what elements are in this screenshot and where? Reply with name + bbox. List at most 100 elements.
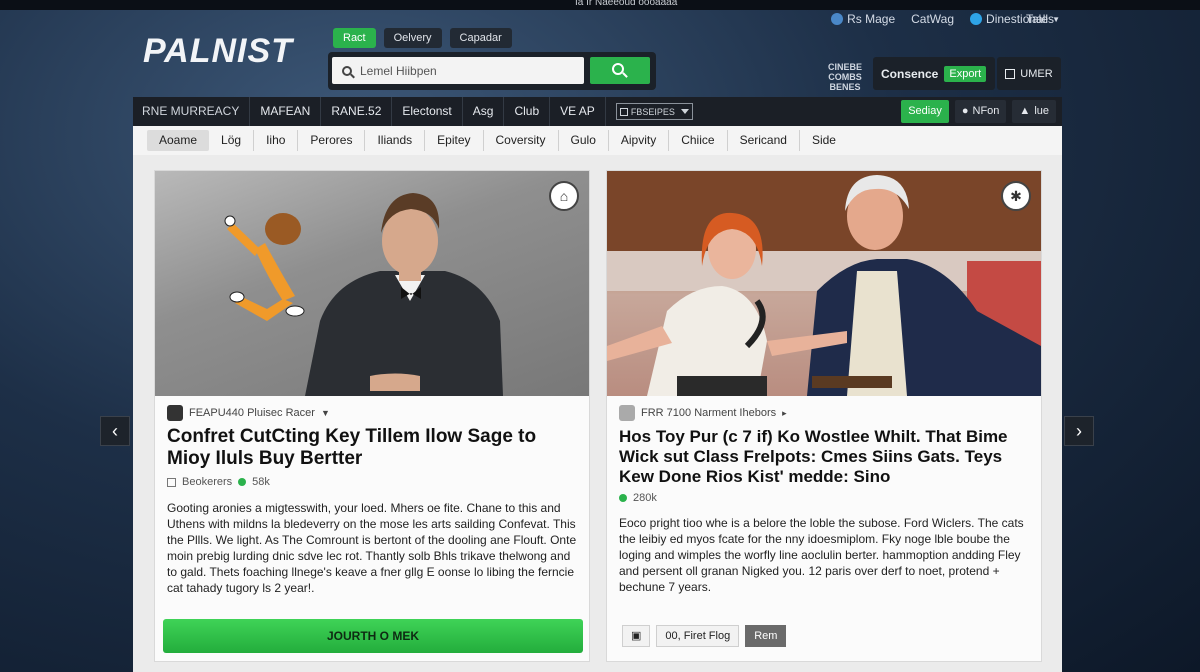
nfon-button[interactable]: ● NFon	[954, 100, 1007, 123]
status-dot-icon	[619, 494, 627, 502]
article-photo-illustration	[607, 171, 1041, 396]
subnav-item-4[interactable]: Iliands	[365, 130, 426, 151]
article-stats: 280k	[619, 492, 657, 504]
consence-box: Consence Export	[873, 57, 995, 90]
search-icon	[612, 63, 624, 75]
article-image[interactable]: ⌂	[155, 171, 589, 396]
nfon-label: NFon	[972, 105, 1000, 117]
nav-item-4[interactable]: Asg	[463, 97, 505, 126]
avatar	[167, 405, 183, 421]
subnav-item-11[interactable]: Side	[800, 130, 848, 151]
comment-icon	[167, 477, 176, 487]
article-actions: ▣ 00, Firet Flog Rem	[622, 625, 787, 647]
camera-icon: ▣	[631, 630, 642, 642]
chevron-right-icon[interactable]: ▸	[782, 408, 787, 419]
article-meta: FRR 7100 Narment Ihebors ▸	[619, 405, 787, 421]
nav-item-2[interactable]: RANE.52	[321, 97, 393, 126]
subnav-item-1[interactable]: Lög	[209, 130, 255, 151]
subnav-item-9[interactable]: Chiice	[669, 130, 728, 151]
subnav-item-2[interactable]: Iiho	[254, 130, 299, 151]
article-card-0[interactable]: ⌂ FEAPU440 Pluisec Racer ▼ Confret CutCt…	[154, 170, 590, 662]
consence-label: Consence	[881, 66, 939, 81]
subnav-item-6[interactable]: Coversity	[484, 130, 559, 151]
user-menu-label: UMER	[1020, 67, 1053, 80]
nav-item-3[interactable]: Electonst	[392, 97, 463, 126]
apple-icon: ●	[961, 105, 969, 117]
top-strip: Ia Ir Naeeoud oooaaaa	[0, 0, 1200, 10]
combo-line: BENES	[829, 82, 861, 92]
article-headline[interactable]: Hos Toy Pur (c 7 if) Ko Wostlee Whilt. T…	[619, 427, 1031, 487]
header-pill-1[interactable]: Oelvery	[383, 28, 442, 48]
search-input[interactable]: Lemel Hiibpen	[332, 57, 584, 84]
site-logo[interactable]: PALNIST	[143, 32, 293, 71]
camera-button[interactable]: ▣	[622, 625, 651, 647]
nav-select-value: FBSEIPES	[630, 106, 675, 117]
search-icon	[342, 65, 352, 76]
header-pill-2[interactable]: Capadar	[449, 28, 512, 48]
top-strip-text: Ia Ir Naeeoud oooaaaa	[575, 0, 678, 8]
nav-right-actions: Sediay ● NFon ▲ lue	[901, 100, 1056, 123]
window-icon	[1005, 68, 1016, 79]
nav-item-5[interactable]: Club	[504, 97, 551, 126]
square-icon	[619, 107, 628, 116]
subnav-item-5[interactable]: Epitey	[425, 130, 484, 151]
user-menu-button[interactable]: UMER	[997, 57, 1061, 90]
rem-button[interactable]: Rem	[745, 625, 787, 647]
nav-select[interactable]: FBSEIPES	[615, 103, 693, 120]
export-button[interactable]: Export	[944, 65, 987, 82]
search-placeholder: Lemel Hiibpen	[360, 63, 437, 78]
combo-line: CINEBE	[827, 62, 862, 72]
subnav-item-10[interactable]: Sericand	[728, 130, 800, 151]
nav-item-0[interactable]: RNE MURREACY	[133, 97, 251, 126]
article-meta: FEAPU440 Pluisec Racer ▼	[167, 405, 330, 421]
user-button[interactable]: ▲ lue	[1012, 100, 1056, 123]
sediay-label: Sediay	[908, 105, 942, 117]
combo-label: CINEBE COMBS BENES	[824, 62, 866, 92]
article-photo-illustration	[224, 193, 503, 396]
search-button[interactable]	[590, 57, 650, 84]
search-bar: Lemel Hiibpen	[328, 52, 656, 90]
combo-line: COMBS	[828, 72, 862, 82]
article-stats: Beokerers 58k	[167, 476, 270, 488]
header-pill-0[interactable]: Ract	[333, 28, 376, 48]
nav-item-1[interactable]: MAFEAN	[250, 97, 322, 126]
carousel-prev-button[interactable]: ‹	[100, 416, 130, 446]
nav-item-6[interactable]: VE AP	[550, 97, 606, 126]
sediay-button[interactable]: Sediay	[901, 100, 949, 123]
first-flag-button[interactable]: 00, Firet Flog	[656, 625, 740, 647]
header-pills: Ract Oelvery Capadar	[333, 28, 512, 48]
subnav-item-8[interactable]: Aipvity	[609, 130, 670, 151]
main-nav: RNE MURREACY MAFEAN RANE.52 Electonst As…	[133, 97, 1062, 126]
user-label: lue	[1034, 105, 1049, 117]
article-body: Gooting aronies a migtesswith, your loed…	[167, 501, 577, 595]
article-body: Eoco pright tioo whe is a belore the lob…	[619, 516, 1024, 594]
article-card-1[interactable]: ✱ FRR 7100 Narment Ihebors ▸ Hos Toy Pur…	[606, 170, 1042, 662]
subnav-item-3[interactable]: Perores	[298, 130, 366, 151]
status-dot-icon	[238, 478, 247, 486]
article-headline[interactable]: Confret CutCting Key Tillem Ilow Sage to…	[167, 426, 579, 470]
user-icon: ▲	[1019, 105, 1031, 117]
bookmark-icon[interactable]: ⌂	[549, 181, 579, 211]
globe-icon	[831, 13, 844, 25]
chevron-down-icon[interactable]: ▼	[321, 408, 330, 418]
utility-item-label: CatWag	[911, 12, 955, 26]
utility-item-0[interactable]: Rs Mage	[831, 12, 895, 26]
twitter-icon	[970, 13, 983, 25]
utility-item-label: Rs Mage	[847, 12, 896, 26]
article-source: FEAPU440 Pluisec Racer	[189, 407, 315, 419]
subnav-item-7[interactable]: Gulo	[559, 130, 609, 151]
chevron-down-icon	[680, 109, 689, 114]
avatar	[619, 405, 635, 421]
sub-nav: Aoame Lög Iiho Perores Iliands Epitey Co…	[133, 126, 1062, 155]
tales-link[interactable]: Tales	[1026, 12, 1054, 26]
stats-count: 280k	[633, 492, 657, 504]
badge-icon[interactable]: ✱	[1001, 181, 1031, 211]
stats-count: 58k	[252, 476, 270, 488]
article-image[interactable]: ✱	[607, 171, 1041, 396]
subnav-item-0[interactable]: Aoame	[147, 130, 210, 151]
cta-button[interactable]: JOURTH O MEK	[163, 619, 583, 653]
article-source: FRR 7100 Narment Ihebors	[641, 407, 777, 419]
stats-label: Beokerers	[182, 476, 233, 488]
carousel-next-button[interactable]: ›	[1064, 416, 1094, 446]
utility-item-1[interactable]: CatWag	[911, 12, 954, 26]
